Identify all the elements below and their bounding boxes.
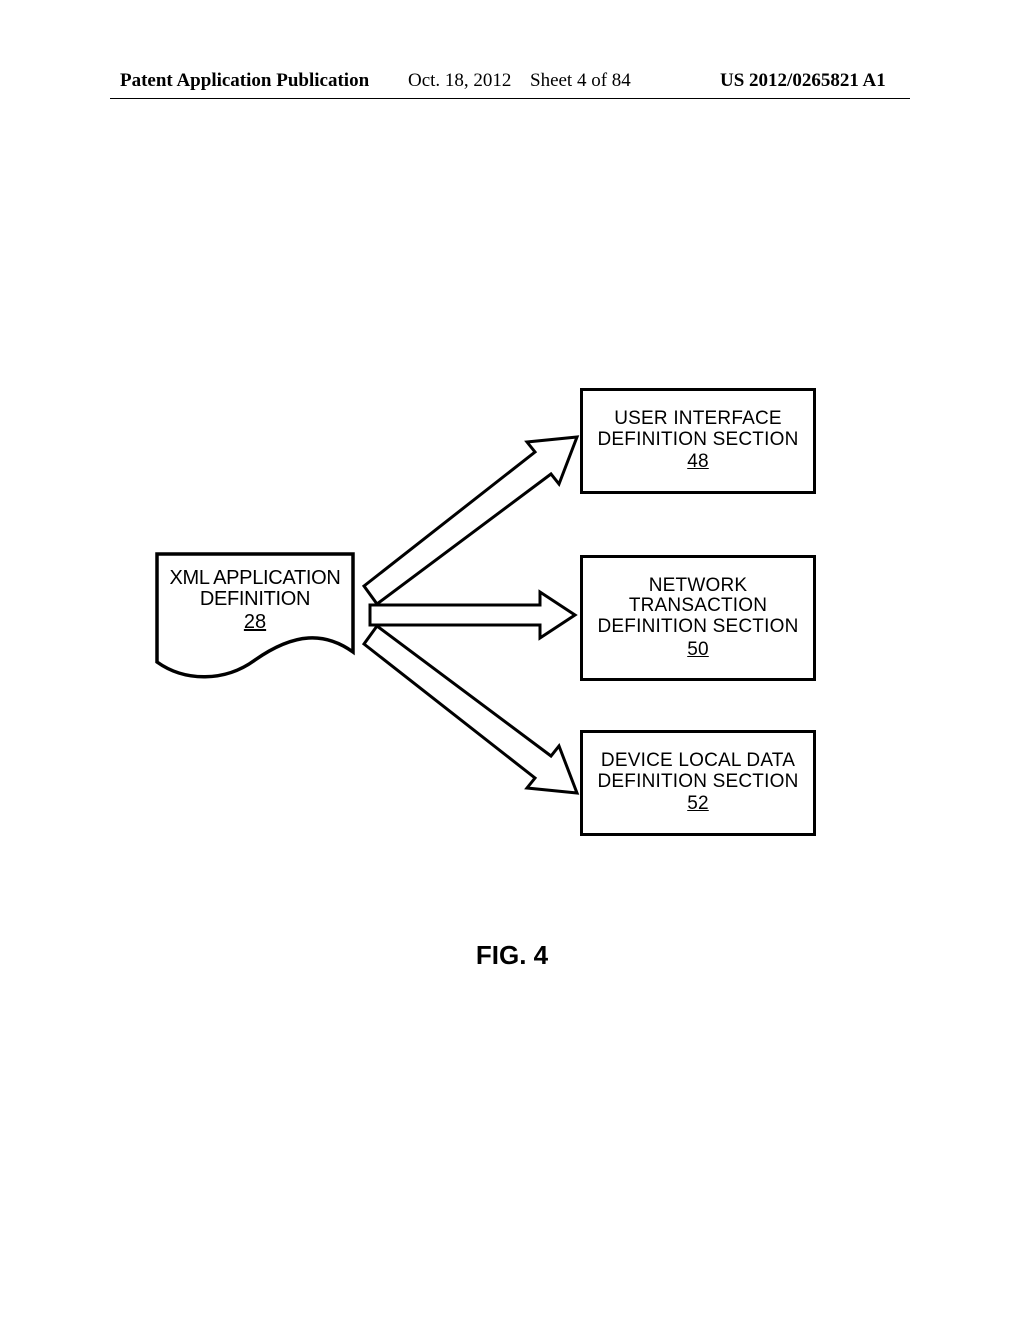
patent-page: Patent Application Publication Oct. 18, …: [0, 0, 1024, 1320]
arrow-middle-icon: [370, 592, 575, 638]
arrow-bottom-icon: [364, 626, 577, 793]
arrow-top-icon: [364, 437, 577, 604]
figure-caption: FIG. 4: [0, 940, 1024, 971]
diagram-arrows: [0, 0, 1024, 1320]
